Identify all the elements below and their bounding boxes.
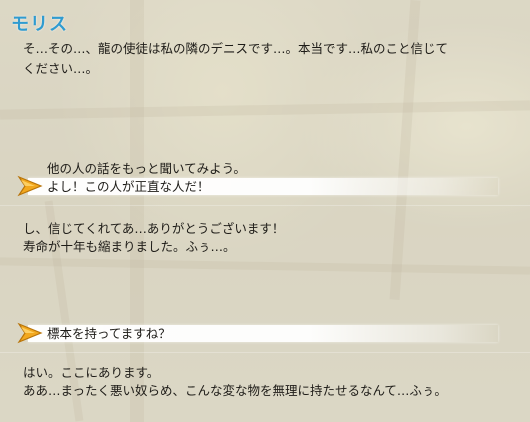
- arrow-cursor-icon: [17, 322, 43, 344]
- choice-selected-label[interactable]: よし！この人が正直な人だ！: [47, 178, 210, 195]
- dialogue-line: ください…。: [23, 61, 99, 76]
- dialogue-line: はい。ここにあります。: [23, 365, 160, 380]
- dialogue-line: 寿命が十年も縮まりました。ふぅ…。: [23, 239, 236, 254]
- choice-option[interactable]: 他の人の話をもっと聞いてみよう。: [47, 158, 246, 177]
- arrow-cursor-icon: [17, 175, 43, 197]
- dialogue-window: モリス そ…その…、龍の使徒は私の隣のデニスです…。本当です…私のこと信じて く…: [0, 0, 530, 422]
- dialogue-line: し、信じてくれてあ…ありがとうございます！: [23, 221, 285, 236]
- divider: [0, 205, 530, 206]
- speaker-name: モリス: [11, 14, 68, 35]
- dialogue-line: そ…その…、龍の使徒は私の隣のデニスです…。本当です…私のこと信じて: [23, 41, 449, 56]
- divider: [0, 352, 530, 353]
- dialogue-line: ああ…まったく悪い奴らめ、こんな変な物を無理に持たせるなんて…ふぅ。: [23, 383, 447, 398]
- choice-selected-label[interactable]: 標本を持ってますね？: [47, 325, 171, 342]
